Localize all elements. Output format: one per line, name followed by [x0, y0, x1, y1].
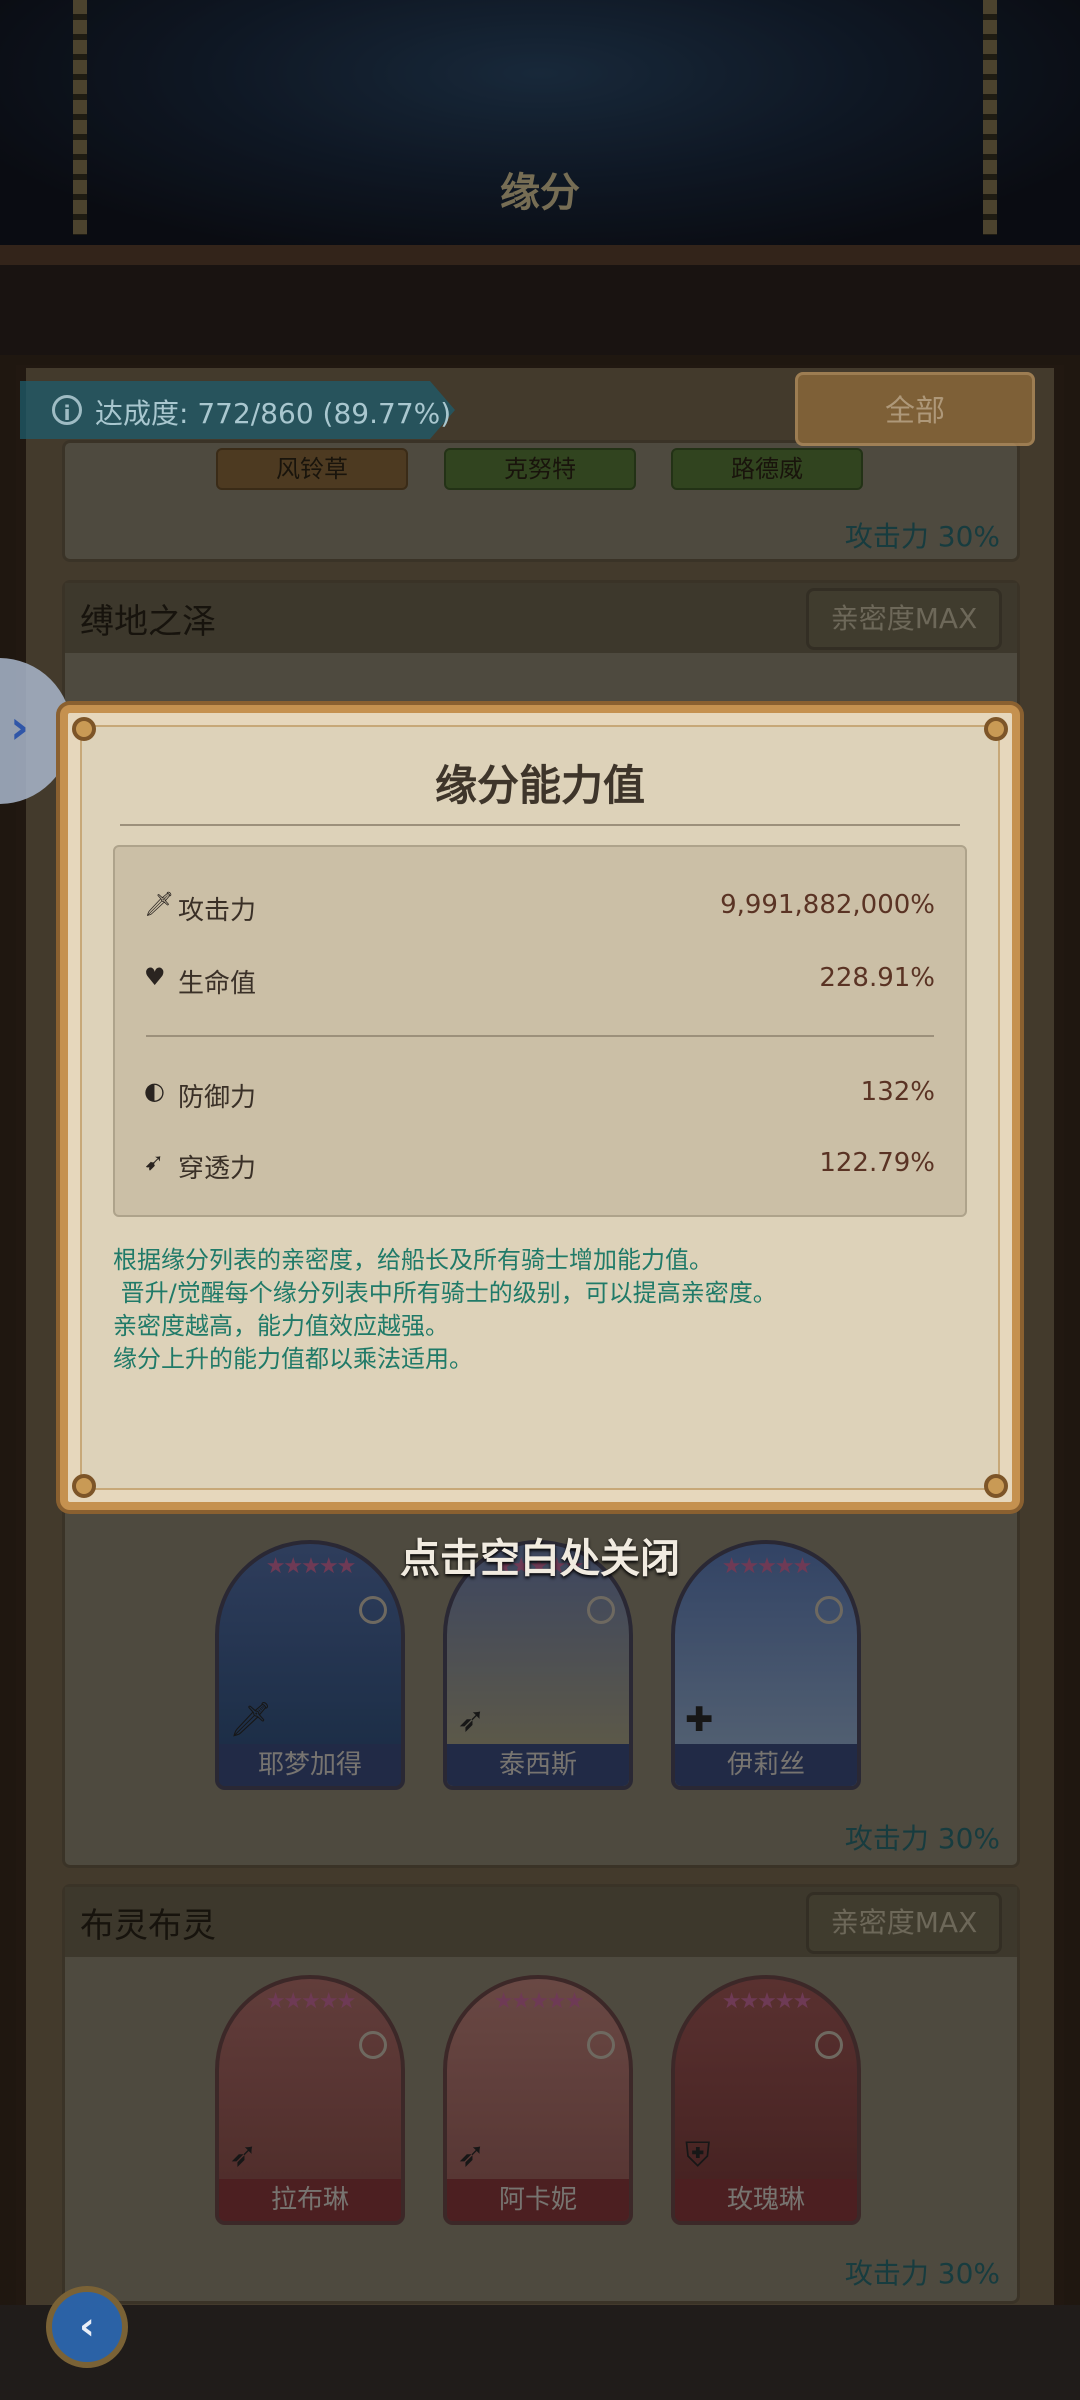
chevron-right-icon[interactable]: › — [10, 700, 29, 754]
description-line: 缘分上升的能力值都以乘法适用。 — [113, 1345, 473, 1373]
stat-value: 122.79% — [819, 1148, 935, 1178]
pierce-icon: ➹ — [144, 1148, 165, 1176]
back-button[interactable]: ‹ — [46, 2286, 128, 2368]
stat-label: 防御力 — [178, 1083, 257, 1113]
bottom-bar — [0, 2305, 1080, 2400]
stat-value: 228.91% — [819, 963, 935, 993]
description-line: 晋升/觉醒每个缘分列表中所有骑士的级别，可以提高亲密度。 — [113, 1279, 777, 1307]
description-line: 亲密度越高，能力值效应越强。 — [113, 1312, 449, 1340]
heart-icon: ♥ — [144, 963, 166, 991]
stat-label: 生命值 — [178, 969, 257, 999]
chevron-left-icon: ‹ — [79, 2304, 95, 2348]
close-hint: 点击空白处关闭 — [400, 1536, 680, 1582]
corner-ornament — [72, 717, 96, 741]
stat-value: 9,991,882,000% — [720, 890, 935, 920]
stat-label: 攻击力 — [178, 896, 257, 926]
sword-icon: 🗡 — [144, 890, 175, 918]
divider — [146, 1035, 934, 1037]
corner-ornament — [72, 1474, 96, 1498]
corner-ornament — [984, 1474, 1008, 1498]
popup-title: 缘分能力值 — [434, 761, 645, 810]
stat-value: 132% — [860, 1077, 935, 1107]
corner-ornament — [984, 717, 1008, 741]
info-icon[interactable]: i — [52, 395, 82, 425]
divider — [120, 824, 960, 826]
stat-label: 穿透力 — [178, 1154, 257, 1184]
filter-all-button[interactable]: 全部 — [795, 372, 1035, 446]
shield-icon: ◐ — [144, 1077, 165, 1105]
progress-text: 达成度: 772/860 (89.77%) — [95, 397, 452, 430]
description-line: 根据缘分列表的亲密度，给船长及所有骑士增加能力值。 — [113, 1246, 713, 1274]
